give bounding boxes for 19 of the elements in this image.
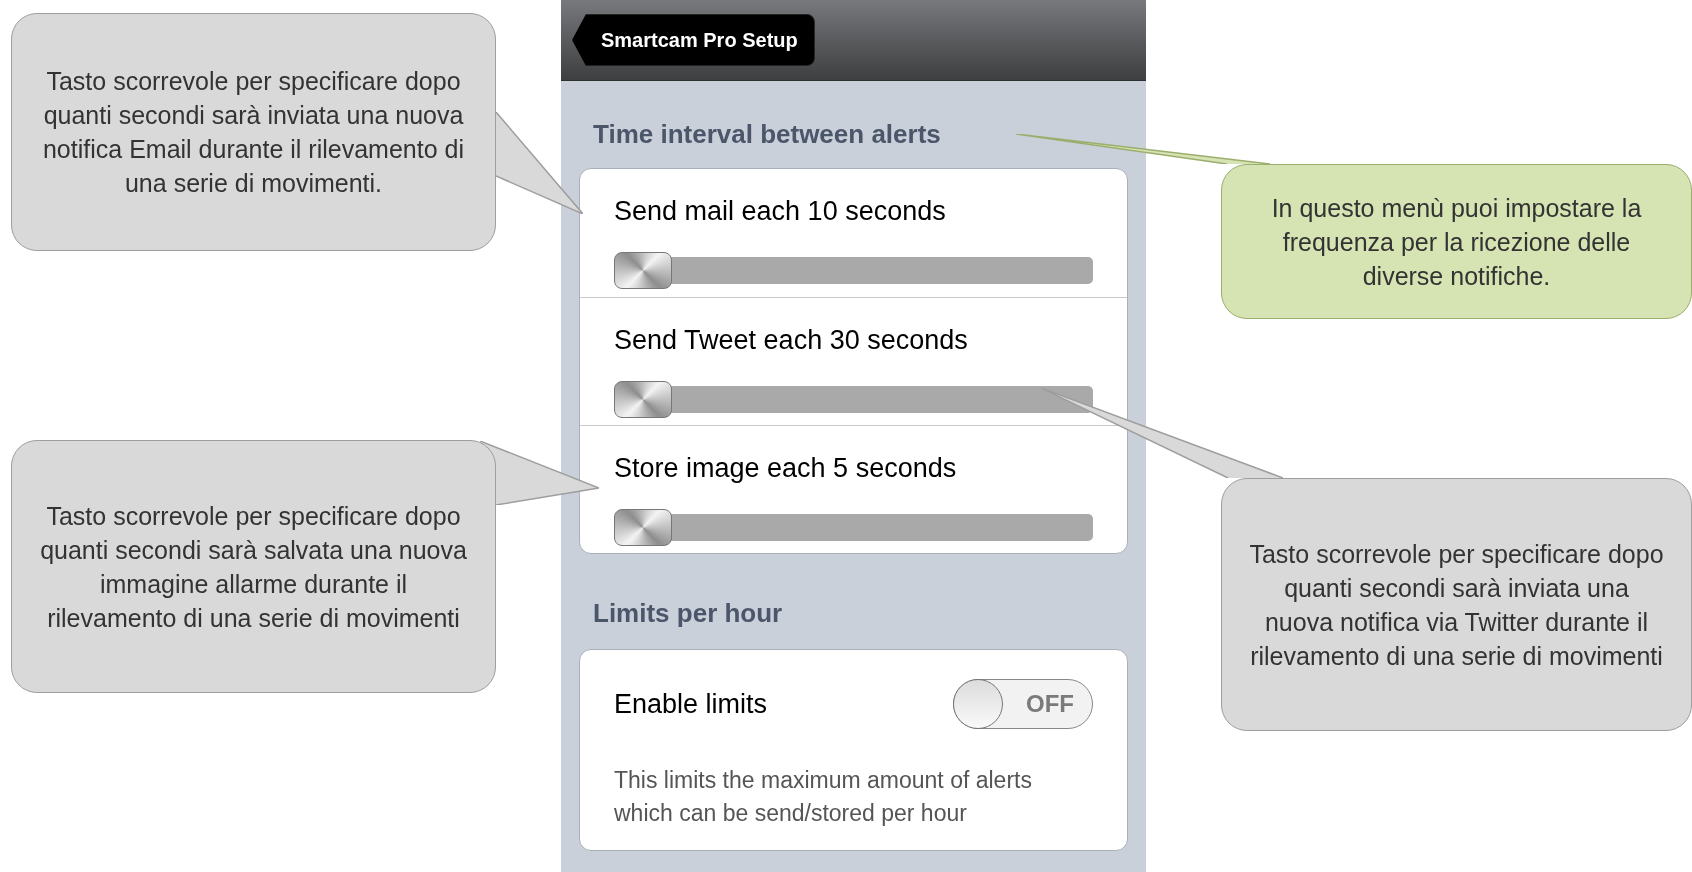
slider[interactable] [614,380,1093,418]
callout-bubble: Tasto scorrevole per specificare dopo quanti secondi sarà salvata una nuova immagine allarme durante il rilevamento di una serie di movimenti [11,440,496,693]
slider-thumb[interactable] [614,508,672,546]
callout-bubble: Tasto scorrevole per specificare dopo quanti secondi sarà inviata una nuova notifica via Twitter durante il rilevamento di una serie di movimenti [1221,478,1692,731]
toggle-label: Enable limits [614,687,768,721]
description-text: This limits the maximum amount of alerts which can be send/stored per hour [614,766,1033,828]
slider-thumb[interactable] [614,380,672,418]
slider[interactable] [614,251,1093,289]
slider-label: Send Tweet each 30 seconds [614,324,969,357]
toggle-switch[interactable]: OFF [953,679,1093,729]
callout-bubble: In questo menù puoi impostare la frequenza per la ricezione delle diverse notifiche. [1221,164,1692,319]
section-header: Limits per hour [592,597,784,630]
slider[interactable] [614,508,1093,546]
back-button[interactable]: Smartcam Pro Setup [572,14,815,66]
slider-label: Store image each 5 seconds [614,452,958,485]
section-header: Time interval between alerts [592,118,942,151]
slider-label: Send mail each 10 seconds [614,195,947,228]
callout-bubble: Tasto scorrevole per specificare dopo quanti secondi sarà inviata una nuova notifica Email durante il rilevamento di una serie di movimenti. [11,13,496,251]
slider-thumb[interactable] [614,251,672,289]
